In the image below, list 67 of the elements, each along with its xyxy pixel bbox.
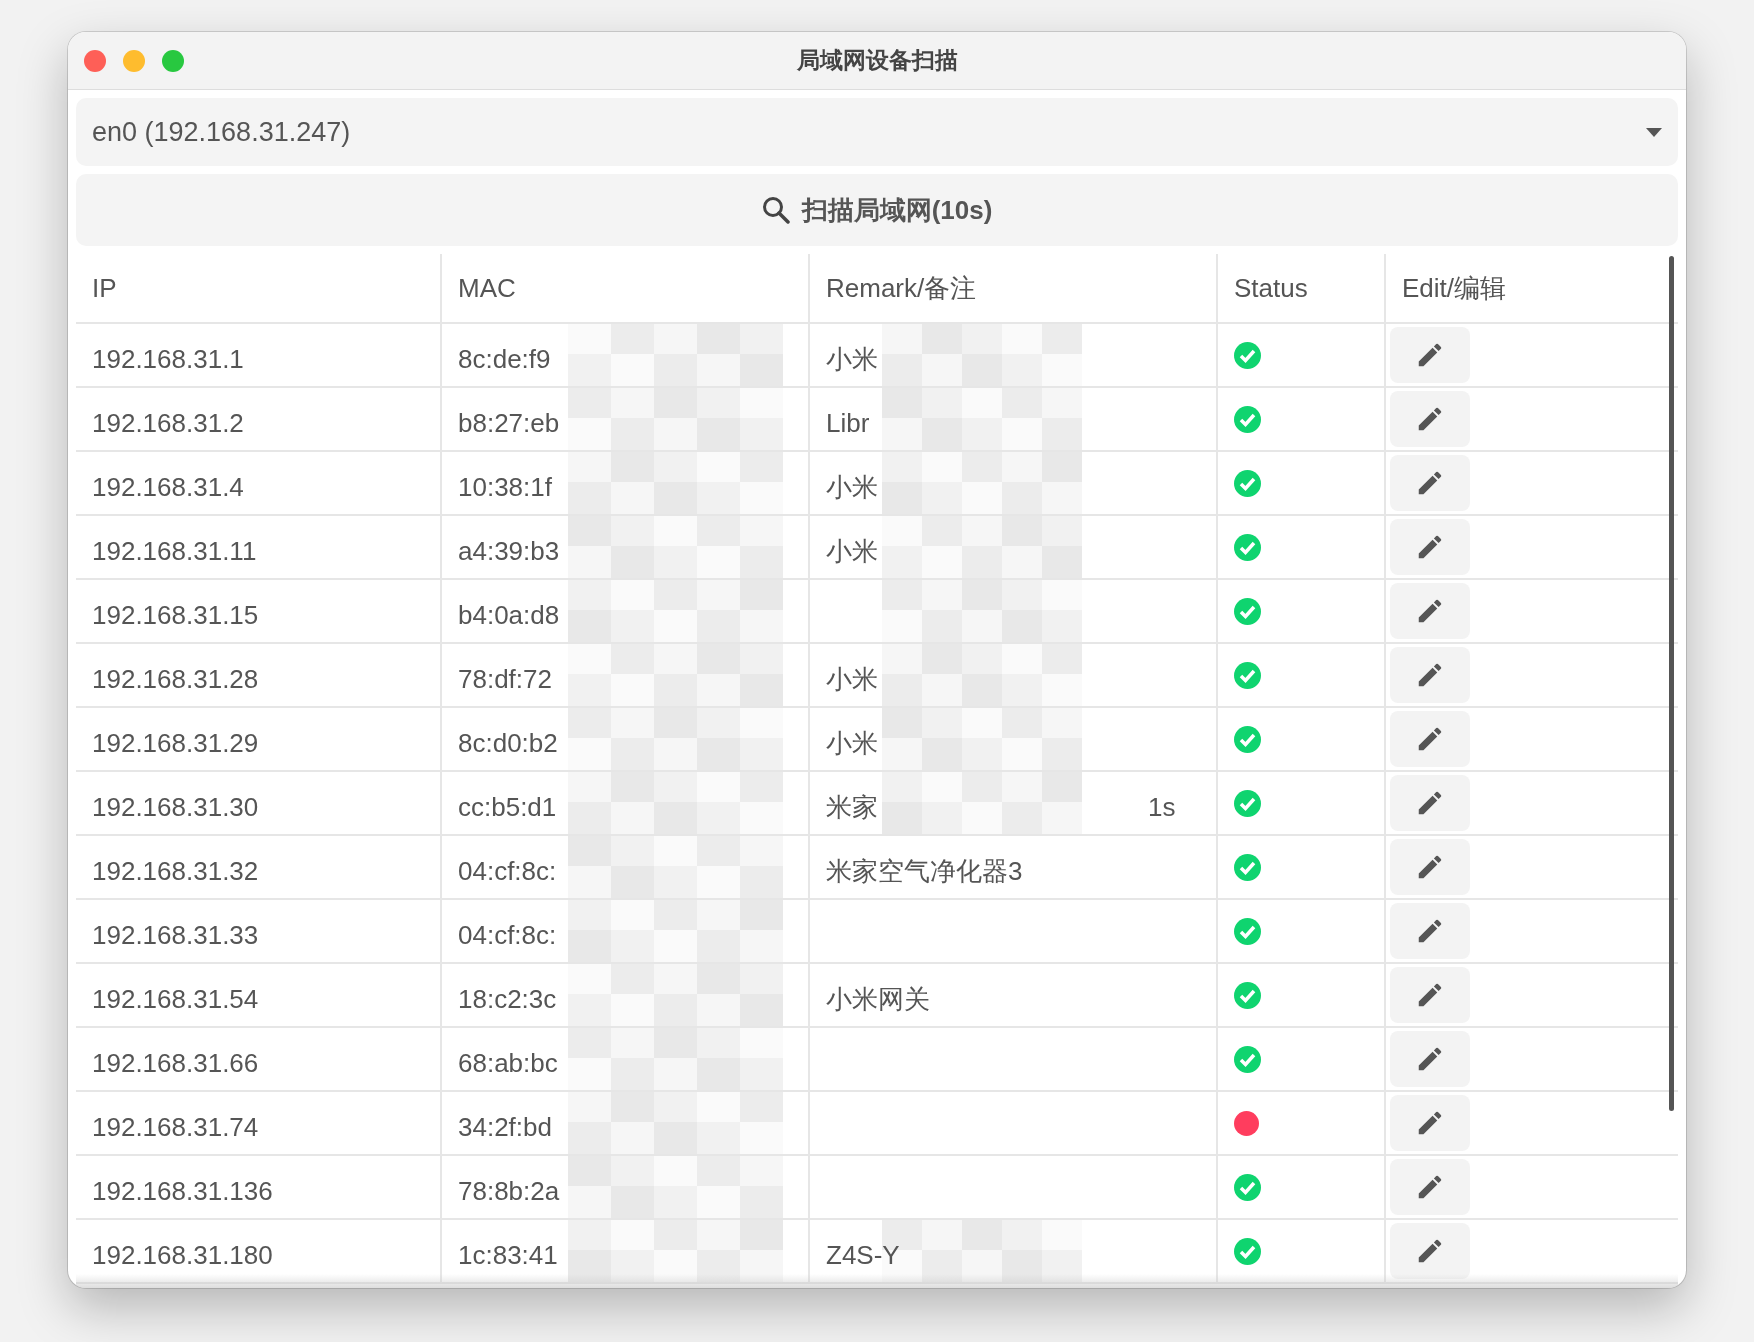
table-cell: Z4S-Y xyxy=(826,1239,900,1271)
table-cell: 34:2f:bd xyxy=(458,1111,552,1143)
table-cell-text: 192.168.31.32 xyxy=(91,854,260,888)
scan-button[interactable]: 扫描局域网(10s) xyxy=(76,174,1678,246)
table-cell-text: 小米 xyxy=(826,470,878,504)
table-cell-text: 192.168.31.4 xyxy=(91,470,245,504)
edit-button[interactable] xyxy=(1390,583,1470,639)
table-cell-text: 小米 xyxy=(826,726,878,760)
table-cell: 1s xyxy=(1148,791,1176,823)
table-cell-text: 192.168.31.180 xyxy=(91,1238,274,1272)
column-header[interactable]: IP xyxy=(76,254,440,322)
table-cell: b4:0a:d8 xyxy=(458,599,560,631)
table-cell-text: 小米 xyxy=(826,662,878,696)
column-header[interactable]: Remark/备注 xyxy=(808,254,1216,322)
table-cell-text: 192.168.31.33 xyxy=(91,918,260,952)
edit-button[interactable] xyxy=(1390,1223,1470,1279)
table-cell: 8c:d0:b2 xyxy=(458,727,558,759)
table-cell: 78:df:72 xyxy=(458,663,552,695)
edit-button[interactable] xyxy=(1390,519,1470,575)
table-cell-text: 米家 xyxy=(826,790,878,824)
column-header[interactable]: Status xyxy=(1216,254,1384,322)
edit-button[interactable] xyxy=(1390,1031,1470,1087)
table-cell-text: 小米网关 xyxy=(826,982,930,1016)
table-cell: Libr xyxy=(826,407,870,439)
table-cell: 8c:de:f9 xyxy=(458,343,551,375)
table-cell-text: 192.168.31.15 xyxy=(91,598,260,632)
table-cell-text: 192.168.31.136 xyxy=(91,1174,274,1208)
table-cell-text: 192.168.31.54 xyxy=(91,982,260,1016)
edit-button[interactable] xyxy=(1390,903,1470,959)
edit-button[interactable] xyxy=(1390,711,1470,767)
table-cell-text: 192.168.31.29 xyxy=(91,726,260,760)
table-cell: 78:8b:2a xyxy=(458,1175,560,1207)
table-cell: 1c:83:41 xyxy=(458,1239,558,1271)
table-cell: a4:39:b3 xyxy=(458,535,560,567)
table-cell-text: 192.168.31.1 xyxy=(91,342,245,376)
scrollbar[interactable] xyxy=(1669,256,1674,1111)
edit-button[interactable] xyxy=(1390,1095,1470,1151)
table-cell-text: 小米 xyxy=(826,342,878,376)
table-cell: cc:b5:d1 xyxy=(458,791,557,823)
close-button[interactable] xyxy=(84,49,106,72)
caret-icon xyxy=(1646,127,1662,137)
edit-button[interactable] xyxy=(1390,839,1470,895)
edit-button[interactable] xyxy=(1390,455,1470,511)
table-cell-text: 192.168.31.74 xyxy=(91,1110,260,1144)
table-cell-text: 192.168.31.66 xyxy=(91,1046,260,1080)
edit-button[interactable] xyxy=(1390,775,1470,831)
edit-button[interactable] xyxy=(1390,391,1470,447)
table-cell-text: 192.168.31.30 xyxy=(91,790,260,824)
table-cell: 10:38:1f xyxy=(458,471,552,503)
edit-button[interactable] xyxy=(1390,327,1470,383)
table-cell: 04:cf:8c: xyxy=(458,919,557,951)
table-cell-text: 192.168.31.2 xyxy=(91,406,245,440)
table-cell: 18:c2:3c xyxy=(458,983,557,1015)
edit-button[interactable] xyxy=(1390,647,1470,703)
table-cell-text: 米家空气净化器3 xyxy=(826,854,1023,888)
table-cell: b8:27:eb xyxy=(458,407,560,439)
column-header[interactable]: MAC xyxy=(440,254,808,322)
table-cell: 04:cf:8c: xyxy=(458,855,557,887)
edit-button[interactable] xyxy=(1390,967,1470,1023)
table-cell-text: 192.168.31.11 xyxy=(91,534,258,568)
edit-button[interactable] xyxy=(1390,1159,1470,1215)
search-icon xyxy=(761,196,790,224)
interface-dropdown[interactable]: en0 (192.168.31.247) xyxy=(76,98,1678,166)
window-title: 局域网设备扫描 xyxy=(796,47,958,73)
table-cell-text: 小米 xyxy=(826,534,878,568)
table-cell: 68:ab:bc xyxy=(458,1047,558,1079)
table-cell-text: 192.168.31.28 xyxy=(91,662,260,696)
